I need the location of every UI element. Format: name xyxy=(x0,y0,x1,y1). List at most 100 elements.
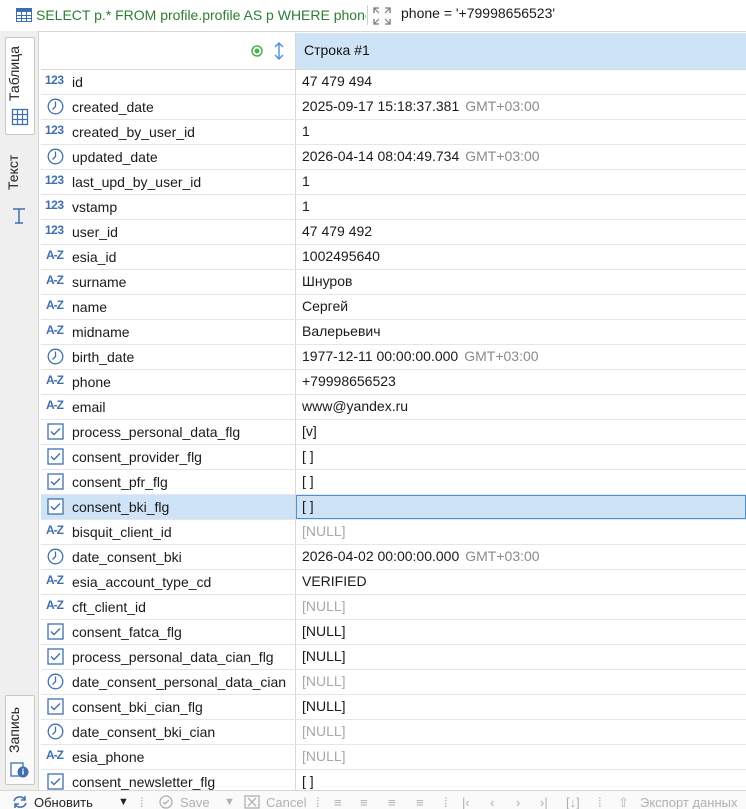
row-label-cell[interactable]: date_consent_personal_data_cian xyxy=(41,670,296,694)
table-row[interactable]: created_date 2025-09-17 15:18:37.381 GMT+0… xyxy=(41,95,746,120)
value-cell[interactable]: 2026-04-02 00:00:00.000 GMT+03:00 xyxy=(302,548,540,564)
value-cell[interactable]: 1 xyxy=(302,123,310,139)
export-button[interactable]: Экспорт данных xyxy=(640,795,737,809)
table-row[interactable]: birth_date 1977-12-11 00:00:00.000 GMT+03:… xyxy=(41,345,746,370)
table-row[interactable]: A-Z esia_id 1002495640 xyxy=(41,245,746,270)
row-label-cell[interactable]: A-Z esia_phone xyxy=(41,745,296,769)
table-row[interactable]: date_consent_bki_cian [NULL] xyxy=(41,720,746,745)
table-row[interactable]: 123 last_upd_by_user_id 1 xyxy=(41,170,746,195)
table-row[interactable]: A-Z phone +79998656523 xyxy=(41,370,746,395)
table-row[interactable]: 123 vstamp 1 xyxy=(41,195,746,220)
value-cell[interactable]: [NULL] xyxy=(302,698,346,714)
row-label-cell[interactable]: consent_fatca_flg xyxy=(41,620,296,644)
row-label-cell[interactable]: 123 last_upd_by_user_id xyxy=(41,170,296,194)
refresh-dropdown-icon[interactable]: ▼ xyxy=(118,796,129,808)
table-row[interactable]: updated_date 2026-04-14 08:04:49.734 GMT+0… xyxy=(41,145,746,170)
value-cell-selected[interactable] xyxy=(296,495,746,519)
value-cell[interactable]: 47 479 494 xyxy=(302,73,372,89)
table-row[interactable]: A-Z cft_client_id [NULL] xyxy=(41,595,746,620)
table-row[interactable]: process_personal_data_cian_flg [NULL] xyxy=(41,645,746,670)
value-cell[interactable]: +79998656523 xyxy=(302,373,396,389)
row-label-cell[interactable]: date_consent_bki xyxy=(41,545,296,569)
row-label-cell[interactable]: consent_provider_flg xyxy=(41,445,296,469)
row-label-cell[interactable]: consent_bki_flg xyxy=(41,495,296,519)
row-label-cell[interactable]: 123 user_id xyxy=(41,220,296,244)
value-cell[interactable]: [ ] xyxy=(302,448,314,464)
row-label-cell[interactable]: process_personal_data_cian_flg xyxy=(41,645,296,669)
row-label-cell[interactable]: A-Z midname xyxy=(41,320,296,344)
value-cell[interactable]: [NULL] xyxy=(302,748,346,764)
row-label-cell[interactable]: A-Z name xyxy=(41,295,296,319)
value-cell[interactable]: 1 xyxy=(302,198,310,214)
value-cell[interactable]: [NULL] xyxy=(302,598,346,614)
table-row[interactable]: A-Z name Сергей xyxy=(41,295,746,320)
table-row[interactable]: consent_fatca_flg [NULL] xyxy=(41,620,746,645)
sql-query-text[interactable]: SELECT p.* FROM profile.profile AS p WHE… xyxy=(36,7,366,23)
first-page-icon[interactable]: |‹ xyxy=(462,795,470,809)
column-header-row-1[interactable]: Строка #1 xyxy=(296,33,746,69)
value-cell[interactable]: www@yandex.ru xyxy=(302,398,408,414)
value-cell[interactable]: Сергей xyxy=(302,298,348,314)
row-label-cell[interactable]: A-Z esia_id xyxy=(41,245,296,269)
value-cell[interactable]: Валерьевич xyxy=(302,323,381,339)
table-row[interactable]: 123 id 47 479 494 xyxy=(41,70,746,95)
fetch-page-icon[interactable]: [↓] xyxy=(566,795,580,809)
table-row[interactable]: A-Z bisquit_client_id [NULL] xyxy=(41,520,746,545)
row-label-cell[interactable]: A-Z phone xyxy=(41,370,296,394)
tab-record[interactable]: Запись xyxy=(5,695,35,785)
row-label-cell[interactable]: 123 created_by_user_id xyxy=(41,120,296,144)
value-cell[interactable]: [NULL] xyxy=(302,673,346,689)
value-cell[interactable]: 2026-04-14 08:04:49.734 GMT+03:00 xyxy=(302,148,540,164)
table-row[interactable]: consent_pfr_flg [ ] xyxy=(41,470,746,495)
row-label-cell[interactable]: consent_pfr_flg xyxy=(41,470,296,494)
table-row[interactable]: 123 created_by_user_id 1 xyxy=(41,120,746,145)
refresh-button[interactable]: Обновить xyxy=(34,795,93,809)
row-label-cell[interactable]: process_personal_data_flg xyxy=(41,420,296,444)
table-row[interactable]: process_personal_data_flg [v] xyxy=(41,420,746,445)
row-label-cell[interactable]: A-Z bisquit_client_id xyxy=(41,520,296,544)
table-row[interactable]: consent_bki_cian_flg [NULL] xyxy=(41,695,746,720)
tab-text[interactable]: Текст xyxy=(5,137,33,227)
expand-icon[interactable] xyxy=(373,7,391,25)
table-row[interactable]: consent_provider_flg [ ] xyxy=(41,445,746,470)
row-label-cell[interactable]: date_consent_bki_cian xyxy=(41,720,296,744)
row-label-cell[interactable]: updated_date xyxy=(41,145,296,169)
value-cell[interactable]: [NULL] xyxy=(302,623,346,639)
value-cell[interactable]: VERIFIED xyxy=(302,573,367,589)
value-cell[interactable]: [v] xyxy=(302,423,317,439)
row-label-cell[interactable]: A-Z surname xyxy=(41,270,296,294)
next-page-icon[interactable]: › xyxy=(516,795,520,809)
table-row[interactable]: date_consent_bki 2026-04-02 00:00:00.000 G… xyxy=(41,545,746,570)
value-cell[interactable]: 1977-12-11 00:00:00.000 GMT+03:00 xyxy=(302,348,539,364)
row-label-cell[interactable]: created_date xyxy=(41,95,296,119)
value-cell[interactable]: 47 479 492 xyxy=(302,223,372,239)
last-page-icon[interactable]: ›| xyxy=(540,795,548,809)
value-cell[interactable]: [NULL] xyxy=(302,648,346,664)
row-label-cell[interactable]: birth_date xyxy=(41,345,296,369)
row-label-cell[interactable]: 123 vstamp xyxy=(41,195,296,219)
value-cell[interactable]: [ ] xyxy=(302,773,314,789)
value-cell[interactable]: 1 xyxy=(302,173,310,189)
table-row[interactable]: consent_bki_flg [ ] xyxy=(41,495,746,520)
row-label-cell[interactable]: consent_bki_cian_flg xyxy=(41,695,296,719)
row-label-cell[interactable]: A-Z esia_account_type_cd xyxy=(41,570,296,594)
add-row-icon[interactable]: ≡ xyxy=(334,795,342,809)
tab-table[interactable]: Таблица xyxy=(5,37,35,135)
row-label-cell[interactable]: A-Z email xyxy=(41,395,296,419)
prev-page-icon[interactable]: ‹ xyxy=(490,795,494,809)
value-cell[interactable]: [NULL] xyxy=(302,523,346,539)
save-dropdown-icon[interactable]: ▼ xyxy=(224,796,235,808)
table-row[interactable]: A-Z esia_phone [NULL] xyxy=(41,745,746,770)
value-cell[interactable]: Шнуров xyxy=(302,273,352,289)
copy-row-icon[interactable]: ≡ xyxy=(360,795,368,809)
filter-input[interactable]: phone = '+79998656523' xyxy=(401,5,555,21)
table-row[interactable]: A-Z email www@yandex.ru xyxy=(41,395,746,420)
table-row[interactable]: 123 user_id 47 479 492 xyxy=(41,220,746,245)
value-cell[interactable]: [ ] xyxy=(302,473,314,489)
value-cell[interactable]: 2025-09-17 15:18:37.381 GMT+03:00 xyxy=(302,98,540,114)
table-row[interactable]: A-Z esia_account_type_cd VERIFIED xyxy=(41,570,746,595)
delete-row-icon[interactable]: ≡ xyxy=(388,795,396,809)
row-label-cell[interactable]: A-Z cft_client_id xyxy=(41,595,296,619)
value-cell[interactable]: [NULL] xyxy=(302,723,346,739)
table-row[interactable]: date_consent_personal_data_cian [NULL] xyxy=(41,670,746,695)
